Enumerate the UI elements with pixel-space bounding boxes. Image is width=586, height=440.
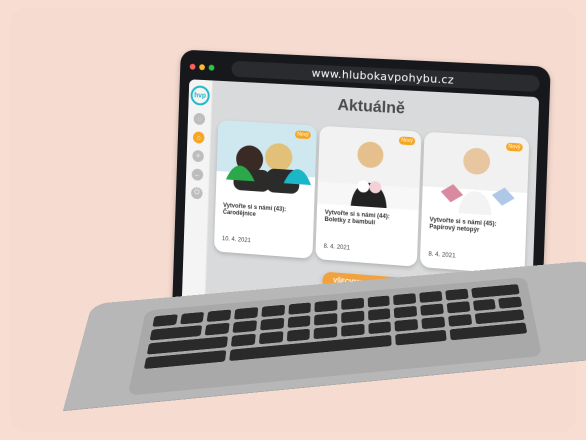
sidebar-item-back[interactable]: ← xyxy=(189,168,206,182)
keyboard-key[interactable] xyxy=(234,307,259,320)
page-title: Aktuálně xyxy=(337,96,406,118)
keyboard-key[interactable] xyxy=(420,303,444,316)
new-badge: Nový xyxy=(398,136,416,146)
url-text: www.hlubokavpohybu.cz xyxy=(311,66,455,87)
keyboard-key[interactable] xyxy=(419,290,443,303)
site-logo-text: hvp xyxy=(194,91,207,100)
keyboard-key[interactable] xyxy=(395,329,447,346)
keyboard-key[interactable] xyxy=(207,309,232,323)
keyboard-key[interactable] xyxy=(446,301,470,314)
keyboard-key[interactable] xyxy=(394,318,419,332)
sidebar-item-activity[interactable]: ✧ xyxy=(189,149,206,164)
window-minimize-dot[interactable] xyxy=(199,64,205,71)
news-card-3[interactable]: Nový Vytvořte si s námi (45): Papírový n… xyxy=(419,131,530,276)
window-close-dot[interactable] xyxy=(189,63,196,70)
card-date: 8. 4. 2021 xyxy=(428,251,456,260)
keyboard-key[interactable] xyxy=(259,317,284,331)
keyboard-key[interactable] xyxy=(498,296,523,309)
sidebar-item-profile[interactable]: ◌ xyxy=(191,112,208,127)
site-logo[interactable]: hvp xyxy=(190,85,210,106)
window-maximize-dot[interactable] xyxy=(208,64,215,71)
keyboard-key[interactable] xyxy=(421,316,446,330)
keyboard-key[interactable] xyxy=(258,331,283,345)
card-image: Nový xyxy=(317,125,422,211)
keyboard-key[interactable] xyxy=(367,295,391,308)
sidebar-item-power[interactable]: ⏻ xyxy=(188,186,205,201)
keyboard-key[interactable] xyxy=(341,323,365,337)
keyboard-key[interactable] xyxy=(368,321,392,335)
back-icon: ← xyxy=(191,168,204,181)
keyboard-key[interactable] xyxy=(474,309,525,325)
keyboard-key[interactable] xyxy=(232,320,257,334)
keyboard-key[interactable] xyxy=(394,305,418,319)
activity-icon: ✧ xyxy=(192,149,204,163)
news-card-2[interactable]: Nový Vytvořte si s námi (44): Boletky z … xyxy=(315,125,422,267)
laptop: www.hlubokavpohybu.cz hvp ◌ ⌂ ✧ ← ⏻ Aktu… xyxy=(0,0,586,440)
news-card-1[interactable]: Nový Vytvořte si s námi (43): Čarodějnic… xyxy=(213,120,317,259)
sidebar-item-home[interactable]: ⌂ xyxy=(190,131,207,145)
card-date: 10. 4. 2021 xyxy=(221,236,251,245)
keyboard-key[interactable] xyxy=(314,312,338,326)
keyboard-key[interactable] xyxy=(205,322,230,336)
laptop-base xyxy=(62,260,586,412)
keyboard-key[interactable] xyxy=(341,310,365,324)
keyboard-key[interactable] xyxy=(367,308,391,321)
keyboard-key[interactable] xyxy=(472,298,497,312)
card-image: Nový xyxy=(215,120,317,204)
profile-icon: ◌ xyxy=(193,112,206,126)
new-badge: Nový xyxy=(505,142,523,152)
keyboard-key[interactable] xyxy=(152,314,178,327)
keyboard-key[interactable] xyxy=(287,315,311,329)
keyboard-key[interactable] xyxy=(341,297,364,310)
new-badge: Nový xyxy=(294,130,311,140)
keyboard-key[interactable] xyxy=(393,293,417,306)
keyboard-key[interactable] xyxy=(313,326,338,340)
keyboard-key[interactable] xyxy=(286,328,311,342)
home-icon: ⌂ xyxy=(192,131,205,144)
keyboard-key[interactable] xyxy=(470,284,520,299)
keyboard-key[interactable] xyxy=(447,314,472,327)
keyboard-key[interactable] xyxy=(179,311,205,325)
keyboard-key[interactable] xyxy=(314,300,338,313)
keyboard-key[interactable] xyxy=(261,304,285,318)
card-image: Nový xyxy=(421,131,530,218)
news-cards: Nový Vytvořte si s námi (43): Čarodějnic… xyxy=(206,114,538,276)
keyboard-key[interactable] xyxy=(230,333,256,347)
keyboard xyxy=(127,277,543,396)
keyboard-key[interactable] xyxy=(288,302,312,315)
keyboard-key[interactable] xyxy=(445,288,469,301)
power-icon: ⏻ xyxy=(190,186,203,200)
card-date: 8. 4. 2021 xyxy=(323,243,351,252)
